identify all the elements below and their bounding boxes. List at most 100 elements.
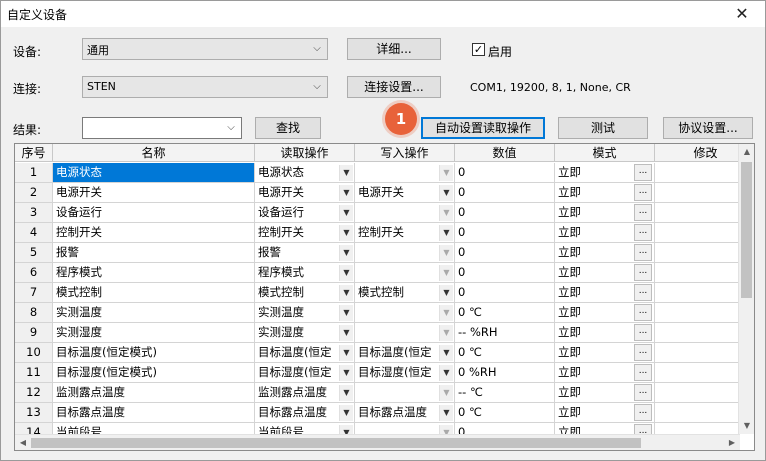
scroll-down-icon[interactable]: ▼: [739, 418, 754, 434]
table-row[interactable]: 3 设备运行 设备运行 ▼ ▼ 0 立即...: [15, 203, 740, 223]
mode-ellipsis-button[interactable]: ...: [634, 164, 652, 181]
read-operation-cell[interactable]: 电源状态 ▼: [255, 163, 355, 183]
dropdown-arrow-icon[interactable]: ▼: [439, 345, 453, 361]
read-operation-cell[interactable]: 实测湿度 ▼: [255, 323, 355, 343]
mode-cell[interactable]: 立即...: [555, 363, 655, 383]
value-cell[interactable]: 0: [455, 183, 555, 203]
name-cell[interactable]: 程序模式: [53, 263, 255, 283]
dropdown-arrow-icon[interactable]: ▼: [439, 265, 453, 281]
device-select[interactable]: 通用 ⌵: [82, 38, 328, 60]
read-operation-cell[interactable]: 实测温度 ▼: [255, 303, 355, 323]
mode-ellipsis-button[interactable]: ...: [634, 404, 652, 421]
dropdown-arrow-icon[interactable]: ▼: [439, 405, 453, 421]
name-cell[interactable]: 电源状态: [53, 163, 255, 183]
value-cell[interactable]: 0 ℃: [455, 303, 555, 323]
name-cell[interactable]: 电源开关: [53, 183, 255, 203]
mode-cell[interactable]: 立即...: [555, 283, 655, 303]
read-operation-cell[interactable]: 报警 ▼: [255, 243, 355, 263]
find-button[interactable]: 查找: [255, 117, 321, 139]
modify-cell[interactable]: [655, 203, 740, 223]
table-row[interactable]: 1 电源状态 电源状态 ▼ ▼ 0 立即...: [15, 163, 740, 183]
name-cell[interactable]: 目标湿度(恒定模式): [53, 363, 255, 383]
column-header-mode[interactable]: 模式: [555, 144, 655, 162]
mode-ellipsis-button[interactable]: ...: [634, 364, 652, 381]
scroll-up-icon[interactable]: ▲: [739, 144, 754, 160]
name-cell[interactable]: 设备运行: [53, 203, 255, 223]
mode-cell[interactable]: 立即...: [555, 223, 655, 243]
table-row[interactable]: 4 控制开关 控制开关 ▼ 控制开关 ▼ 0 立即...: [15, 223, 740, 243]
write-operation-cell[interactable]: 目标温度(恒定 ▼: [355, 343, 455, 363]
table-row[interactable]: 12 监测露点温度 监测露点温度 ▼ ▼ -- ℃ 立即...: [15, 383, 740, 403]
dropdown-arrow-icon[interactable]: ▼: [339, 205, 353, 221]
modify-cell[interactable]: [655, 163, 740, 183]
value-cell[interactable]: -- %RH: [455, 323, 555, 343]
write-operation-cell[interactable]: ▼: [355, 423, 455, 434]
horizontal-scroll-thumb[interactable]: [31, 438, 641, 448]
value-cell[interactable]: 0: [455, 423, 555, 434]
auto-set-read-button[interactable]: 自动设置读取操作: [421, 117, 545, 139]
table-row[interactable]: 8 实测温度 实测温度 ▼ ▼ 0 ℃ 立即...: [15, 303, 740, 323]
horizontal-scrollbar[interactable]: ◀ ▶: [15, 434, 740, 450]
dropdown-arrow-icon[interactable]: ▼: [339, 165, 353, 181]
table-row[interactable]: 11 目标湿度(恒定模式) 目标湿度(恒定 ▼ 目标湿度(恒定 ▼ 0 %RH 立即...: [15, 363, 740, 383]
dropdown-arrow-icon[interactable]: ▼: [339, 245, 353, 261]
read-operation-cell[interactable]: 设备运行 ▼: [255, 203, 355, 223]
value-cell[interactable]: 0 ℃: [455, 343, 555, 363]
name-cell[interactable]: 监测露点温度: [53, 383, 255, 403]
dropdown-arrow-icon[interactable]: ▼: [339, 305, 353, 321]
value-cell[interactable]: 0 ℃: [455, 403, 555, 423]
mode-cell[interactable]: 立即...: [555, 403, 655, 423]
value-cell[interactable]: 0: [455, 243, 555, 263]
dropdown-arrow-icon[interactable]: ▼: [439, 205, 453, 221]
modify-cell[interactable]: [655, 243, 740, 263]
mode-ellipsis-button[interactable]: ...: [634, 384, 652, 401]
dropdown-arrow-icon[interactable]: ▼: [339, 365, 353, 381]
table-row[interactable]: 6 程序模式 程序模式 ▼ ▼ 0 立即...: [15, 263, 740, 283]
test-button[interactable]: 测试: [558, 117, 648, 139]
value-cell[interactable]: 0: [455, 203, 555, 223]
dropdown-arrow-icon[interactable]: ▼: [339, 285, 353, 301]
mode-cell[interactable]: 立即...: [555, 263, 655, 283]
mode-ellipsis-button[interactable]: ...: [634, 424, 652, 434]
column-header-write[interactable]: 写入操作: [355, 144, 455, 162]
connection-settings-button[interactable]: 连接设置...: [347, 76, 441, 98]
name-cell[interactable]: 实测温度: [53, 303, 255, 323]
mode-cell[interactable]: 立即...: [555, 323, 655, 343]
write-operation-cell[interactable]: ▼: [355, 243, 455, 263]
table-row[interactable]: 14 当前段号 当前段号 ▼ ▼ 0 立即...: [15, 423, 740, 434]
name-cell[interactable]: 模式控制: [53, 283, 255, 303]
column-header-value[interactable]: 数值: [455, 144, 555, 162]
dropdown-arrow-icon[interactable]: ▼: [439, 365, 453, 381]
dropdown-arrow-icon[interactable]: ▼: [339, 265, 353, 281]
mode-ellipsis-button[interactable]: ...: [634, 344, 652, 361]
mode-cell[interactable]: 立即...: [555, 383, 655, 403]
connection-select[interactable]: STEN ⌵: [82, 76, 328, 98]
dropdown-arrow-icon[interactable]: ▼: [339, 345, 353, 361]
modify-cell[interactable]: [655, 383, 740, 403]
value-cell[interactable]: -- ℃: [455, 383, 555, 403]
name-cell[interactable]: 目标温度(恒定模式): [53, 343, 255, 363]
mode-ellipsis-button[interactable]: ...: [634, 324, 652, 341]
mode-cell[interactable]: 立即...: [555, 183, 655, 203]
mode-ellipsis-button[interactable]: ...: [634, 224, 652, 241]
mode-ellipsis-button[interactable]: ...: [634, 264, 652, 281]
read-operation-cell[interactable]: 控制开关 ▼: [255, 223, 355, 243]
write-operation-cell[interactable]: ▼: [355, 303, 455, 323]
read-operation-cell[interactable]: 目标温度(恒定 ▼: [255, 343, 355, 363]
write-operation-cell[interactable]: 目标露点温度 ▼: [355, 403, 455, 423]
modify-cell[interactable]: [655, 303, 740, 323]
mode-ellipsis-button[interactable]: ...: [634, 284, 652, 301]
modify-cell[interactable]: [655, 283, 740, 303]
read-operation-cell[interactable]: 电源开关 ▼: [255, 183, 355, 203]
modify-cell[interactable]: [655, 263, 740, 283]
modify-cell[interactable]: [655, 223, 740, 243]
column-header-name[interactable]: 名称: [53, 144, 255, 162]
write-operation-cell[interactable]: ▼: [355, 323, 455, 343]
mode-ellipsis-button[interactable]: ...: [634, 184, 652, 201]
column-header-no[interactable]: 序号: [15, 144, 53, 162]
write-operation-cell[interactable]: 控制开关 ▼: [355, 223, 455, 243]
read-operation-cell[interactable]: 程序模式 ▼: [255, 263, 355, 283]
mode-cell[interactable]: 立即...: [555, 423, 655, 434]
mode-ellipsis-button[interactable]: ...: [634, 304, 652, 321]
name-cell[interactable]: 报警: [53, 243, 255, 263]
